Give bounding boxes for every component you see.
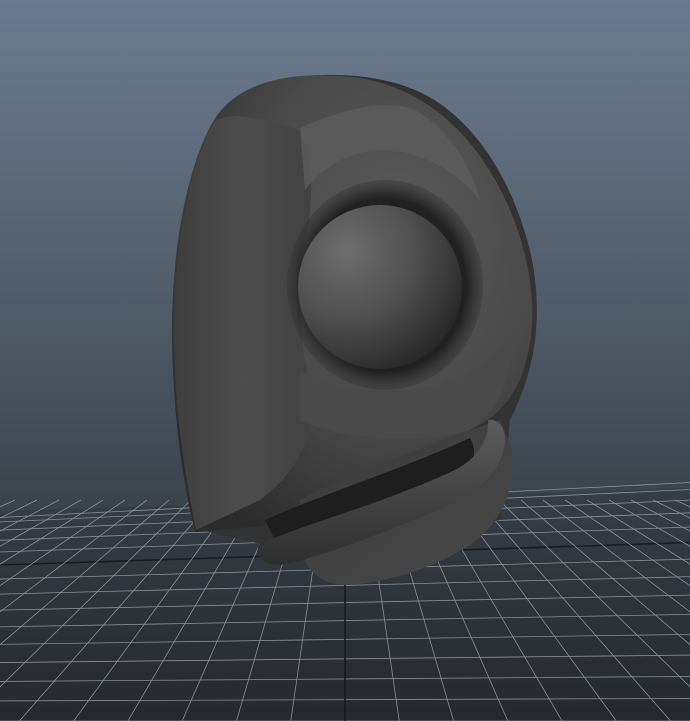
viewport-canvas[interactable] [0, 0, 690, 721]
eyeball[interactable] [298, 205, 462, 369]
creature-head-model[interactable] [172, 74, 537, 585]
3d-viewport[interactable] [0, 0, 690, 721]
face-plane [174, 116, 312, 531]
